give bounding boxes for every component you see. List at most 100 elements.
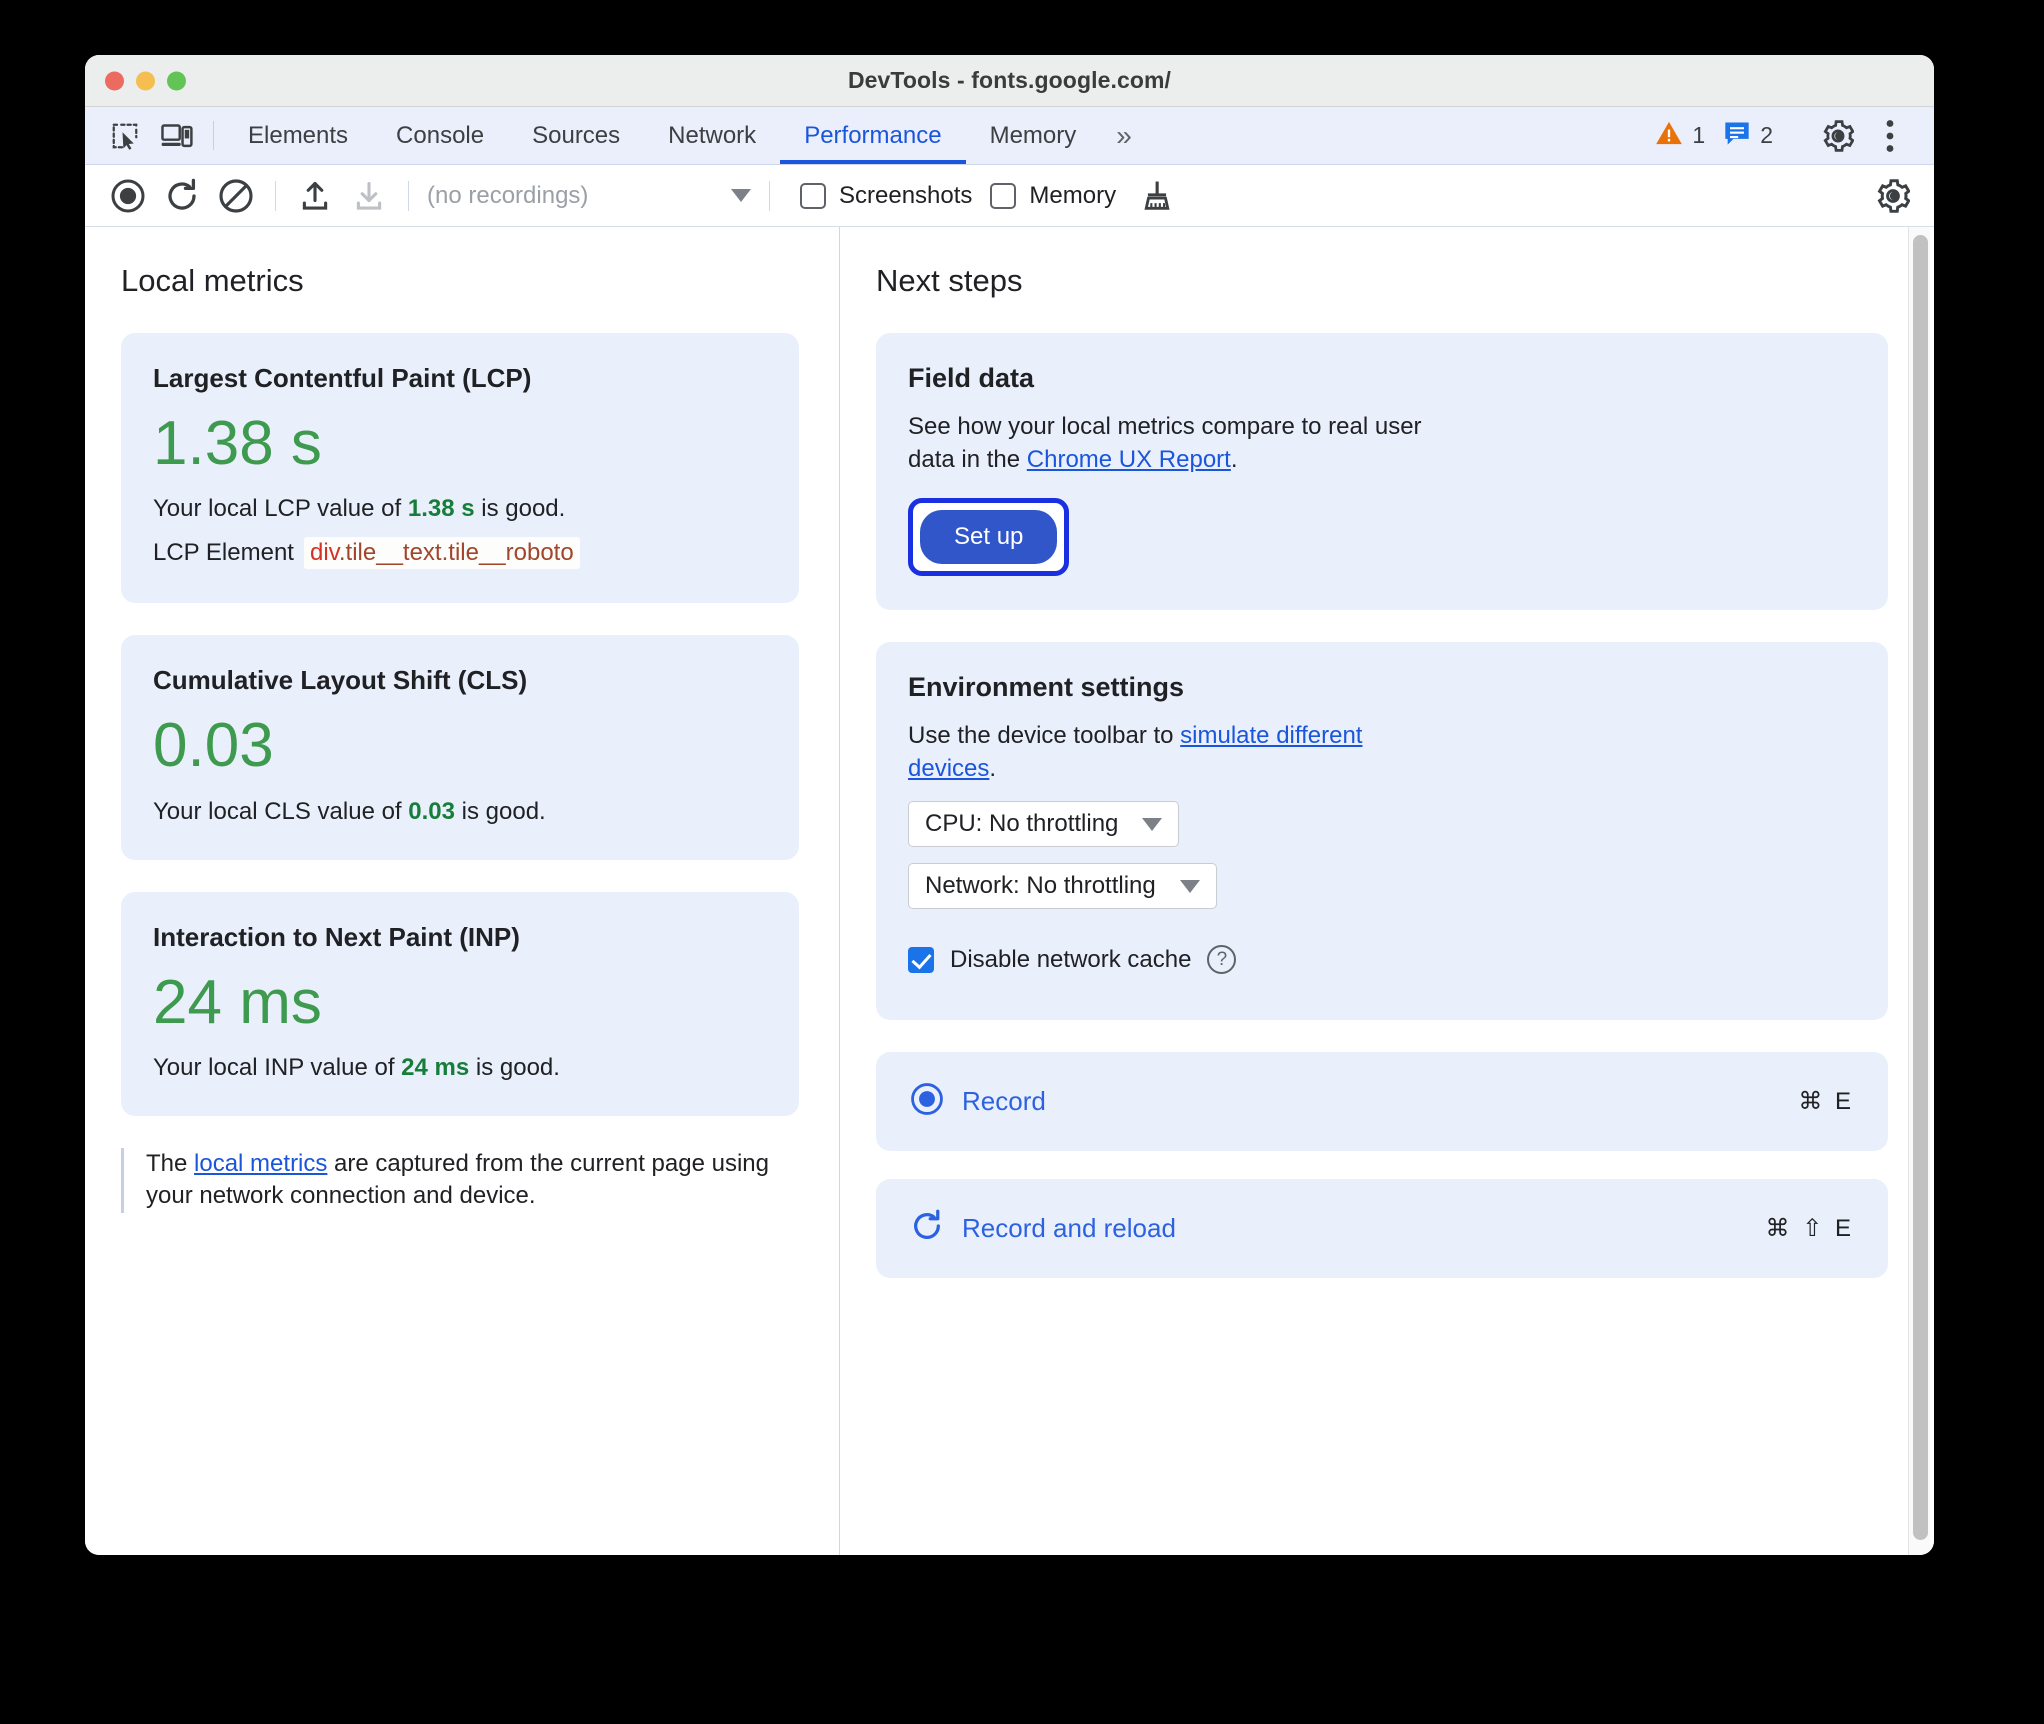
field-data-card: Field data See how your local metrics co…	[876, 333, 1888, 611]
chevron-down-icon	[1179, 879, 1200, 893]
warnings-badge[interactable]: 1	[1655, 120, 1705, 151]
traffic-lights	[105, 71, 186, 90]
record-action-card[interactable]: Record ⌘ E	[876, 1052, 1888, 1152]
warning-icon	[1655, 120, 1683, 151]
note-prefix: The	[146, 1149, 195, 1177]
disable-network-cache-checkbox[interactable]	[908, 946, 934, 973]
disable-network-cache-label: Disable network cache	[950, 945, 1192, 973]
tab-sources[interactable]: Sources	[508, 107, 644, 164]
desc-suffix: is good.	[474, 495, 566, 523]
desc-suffix: is good.	[455, 797, 546, 825]
next-steps-column: Next steps Field data See how your local…	[840, 227, 1934, 1555]
tabbar-divider	[213, 121, 214, 150]
tab-memory[interactable]: Memory	[966, 107, 1101, 164]
lcp-element-row: LCP Element div.tile__text.tile__roboto	[153, 537, 767, 570]
tab-performance[interactable]: Performance	[780, 107, 966, 164]
selector-tag: div	[309, 539, 339, 567]
desc-value: 1.38 s	[407, 495, 475, 523]
cls-metric-value: 0.03	[153, 711, 274, 781]
memory-checkbox[interactable]: Memory	[990, 182, 1116, 210]
lcp-card: Largest Contentful Paint (LCP) 1.38 s Yo…	[121, 333, 799, 604]
lcp-metric-name: Largest Contentful Paint (LCP)	[153, 363, 532, 393]
chrome-ux-report-link[interactable]: Chrome UX Report	[1027, 446, 1231, 473]
warning-count: 1	[1692, 122, 1706, 148]
tab-network[interactable]: Network	[644, 107, 780, 164]
setup-button-focus-ring: Set up	[908, 498, 1070, 577]
tab-console[interactable]: Console	[372, 107, 508, 164]
field-data-body: See how your local metrics compare to re…	[908, 410, 1428, 476]
capture-settings-gear-icon[interactable]	[1866, 169, 1920, 223]
body-suffix: .	[1230, 446, 1238, 474]
body-suffix: .	[989, 755, 997, 783]
environment-settings-card: Environment settings Use the device tool…	[876, 642, 1888, 1021]
field-data-heading: Field data	[908, 363, 1035, 393]
tab-label: Memory	[989, 121, 1077, 149]
disable-network-cache-row: Disable network cache ?	[908, 945, 1856, 975]
tab-label: Performance	[804, 121, 942, 149]
record-and-reload-action-shortcut: ⌘ ⇧ E	[1765, 1215, 1854, 1243]
environment-settings-body: Use the device toolbar to simulate diffe…	[908, 719, 1428, 785]
maximize-window-button[interactable]	[167, 71, 186, 90]
local-metrics-note: The local metrics are captured from the …	[121, 1147, 799, 1213]
tabbar-right-group: 1 2	[1655, 107, 1934, 164]
performance-landing-content: Local metrics Largest Contentful Paint (…	[85, 227, 1934, 1555]
local-metrics-title: Local metrics	[121, 263, 304, 298]
record-circle-icon	[910, 1082, 944, 1121]
desc-prefix: Your local CLS value of	[153, 797, 409, 825]
inspect-element-icon[interactable]	[99, 107, 151, 164]
message-icon	[1723, 120, 1751, 151]
local-metrics-link[interactable]: local metrics	[194, 1150, 327, 1177]
setup-button[interactable]: Set up	[920, 510, 1058, 565]
broom-icon[interactable]	[1130, 169, 1184, 223]
lcp-metric-description: Your local LCP value of 1.38 s is good.	[153, 495, 767, 523]
lcp-element-selector[interactable]: div.tile__text.tile__roboto	[303, 537, 580, 570]
cls-metric-description: Your local CLS value of 0.03 is good.	[153, 798, 767, 826]
scrollbar-thumb[interactable]	[1913, 235, 1928, 1540]
no-entry-icon[interactable]	[209, 169, 263, 223]
inp-metric-name: Interaction to Next Paint (INP)	[153, 921, 520, 952]
network-throttling-select[interactable]: Network: No throttling	[908, 863, 1217, 910]
toolbar-divider-2	[408, 180, 409, 211]
toolbar-divider	[275, 180, 276, 211]
download-arrow-icon[interactable]	[342, 169, 396, 223]
recordings-placeholder: (no recordings)	[427, 181, 589, 209]
more-tabs-icon[interactable]: »	[1100, 107, 1148, 164]
help-icon[interactable]: ?	[1207, 945, 1237, 975]
lcp-metric-value: 1.38 s	[153, 409, 322, 478]
tab-elements[interactable]: Elements	[224, 107, 372, 164]
reload-icon	[910, 1209, 944, 1248]
device-toolbar-icon[interactable]	[151, 107, 203, 164]
screenshots-label: Screenshots	[839, 181, 973, 209]
cpu-throttling-select[interactable]: CPU: No throttling	[908, 801, 1180, 848]
issues-badge[interactable]: 2	[1723, 120, 1773, 151]
close-window-button[interactable]	[105, 71, 124, 90]
screenshots-checkbox[interactable]: Screenshots	[800, 182, 972, 210]
inp-card: Interaction to Next Paint (INP) 24 ms Yo…	[121, 891, 799, 1116]
desc-value: 0.03	[408, 797, 455, 825]
minimize-window-button[interactable]	[136, 71, 155, 90]
content-scrollbar[interactable]	[1908, 227, 1930, 1555]
desc-value: 24 ms	[401, 1053, 470, 1081]
recordings-dropdown[interactable]: (no recordings)	[427, 182, 757, 210]
cls-metric-name: Cumulative Layout Shift (CLS)	[153, 665, 528, 696]
gear-icon[interactable]	[1812, 119, 1864, 152]
more-tabs-label: »	[1116, 119, 1132, 151]
reload-icon[interactable]	[155, 169, 209, 223]
tab-label: Console	[396, 121, 485, 149]
checkbox-box	[800, 182, 826, 209]
record-and-reload-action-card[interactable]: Record and reload ⌘ ⇧ E	[876, 1179, 1888, 1279]
body-prefix: Use the device toolbar to	[908, 722, 1181, 750]
kebab-menu-icon[interactable]	[1864, 119, 1916, 153]
issues-count: 2	[1760, 122, 1773, 148]
network-throttling-value: Network: No throttling	[925, 872, 1156, 900]
lcp-element-label: LCP Element	[153, 539, 294, 567]
tab-label: Network	[668, 121, 757, 149]
inp-metric-value: 24 ms	[153, 967, 322, 1037]
record-circle-icon[interactable]	[101, 169, 155, 223]
inp-metric-description: Your local INP value of 24 ms is good.	[153, 1054, 767, 1082]
upload-arrow-icon[interactable]	[288, 169, 342, 223]
checkbox-box	[990, 182, 1017, 209]
environment-settings-heading: Environment settings	[908, 672, 1185, 703]
performance-toolbar: (no recordings) Screenshots Memory	[85, 165, 1934, 227]
record-action-label: Record	[962, 1086, 1046, 1117]
